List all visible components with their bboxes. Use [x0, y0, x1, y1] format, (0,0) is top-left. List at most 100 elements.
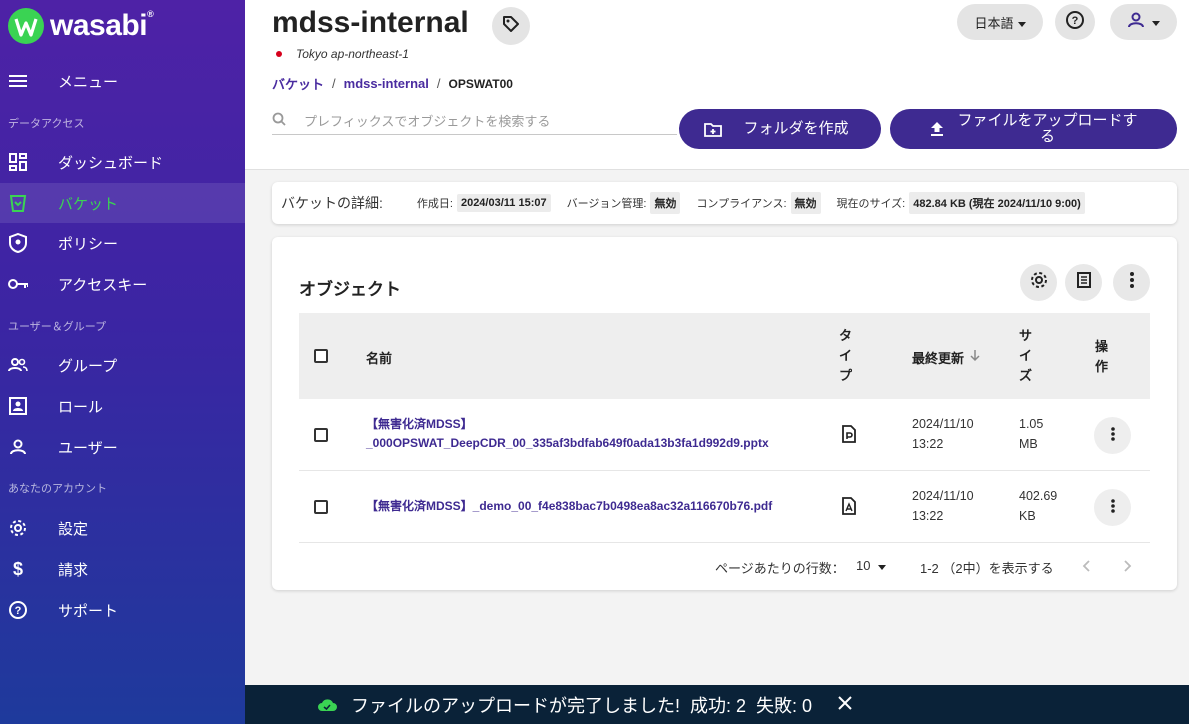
sidebar-item-settings[interactable]: 設定: [0, 508, 245, 548]
sidebar-item-policy[interactable]: ポリシー: [0, 223, 245, 263]
toast-success-count: 成功: 2: [690, 695, 747, 716]
column-modified[interactable]: 最終更新: [912, 348, 980, 367]
toast-message: ファイルのアップロードが完了しました!: [351, 695, 680, 716]
rows-per-page-select[interactable]: 10: [856, 558, 887, 573]
sidebar-item-support[interactable]: ? サポート: [0, 590, 245, 630]
sidebar-item-label: ダッシュボード: [58, 154, 164, 172]
created-value: 2024/03/11 15:07: [456, 194, 551, 212]
rows-per-page-label: ページあたりの行数：: [715, 561, 845, 576]
caret-down-icon: [1017, 15, 1026, 30]
gear-icon: [1030, 271, 1048, 294]
sidebar-item-billing[interactable]: $ 請求: [0, 549, 245, 589]
folder-add-icon: [704, 121, 722, 137]
dollar-icon: $: [12, 558, 23, 579]
region-flag-icon: [276, 51, 282, 57]
row-actions-button[interactable]: [1094, 489, 1131, 526]
search-input[interactable]: [304, 114, 664, 129]
gear-icon: [8, 518, 28, 538]
menu-toggle[interactable]: メニュー: [0, 61, 245, 101]
created-label: 作成日:: [416, 198, 453, 210]
role-icon: [8, 396, 28, 416]
breadcrumb-separator: /: [332, 76, 336, 91]
object-name-line1: 【無害化済MDSS】: [366, 417, 473, 431]
wasabi-logo-icon: [8, 8, 44, 44]
wasabi-logo[interactable]: wasabi®: [8, 8, 154, 44]
row-checkbox[interactable]: [314, 500, 328, 514]
object-name-line2: _000OPSWAT_DeepCDR_00_335af3bdfab649f0ad…: [366, 436, 769, 450]
breadcrumb-root[interactable]: バケット: [272, 74, 324, 93]
brand-name: wasabi®: [50, 9, 154, 42]
sidebar-item-bucket[interactable]: バケット: [0, 183, 245, 223]
size-value: 482.84 KB (現在 2024/11/10 9:00): [909, 192, 1085, 214]
bucket-details-card: バケットの詳細: 作成日: 2024/03/11 15:07 バージョン管理: …: [272, 182, 1177, 224]
column-actions: 操作: [1095, 339, 1109, 374]
sidebar-item-label: アクセスキー: [58, 276, 148, 294]
modified-date: 2024/11/10 13:22: [912, 489, 974, 523]
breadcrumb-bucket[interactable]: mdss-internal: [344, 76, 429, 91]
more-vertical-icon: [1129, 272, 1134, 293]
column-type[interactable]: タイプ: [839, 326, 853, 386]
language-selector[interactable]: 日本語: [957, 4, 1043, 40]
object-name-link[interactable]: 【無害化済MDSS】 _000OPSWAT_DeepCDR_00_335af3b…: [366, 415, 769, 453]
columns-button[interactable]: [1065, 264, 1102, 301]
user-icon: [8, 437, 28, 457]
help-icon: ?: [1066, 10, 1084, 34]
pptx-file-icon: [842, 425, 856, 446]
svg-text:?: ?: [1072, 15, 1079, 27]
object-size: 1.05 MB: [1019, 417, 1044, 451]
sidebar-item-label: バケット: [58, 195, 119, 213]
rows-per-page-value: 10: [856, 558, 871, 573]
select-all-checkbox[interactable]: [314, 349, 328, 363]
object-name-link[interactable]: 【無害化済MDSS】_demo_00_f4e838bac7b0498ea8ac3…: [366, 497, 772, 516]
more-vertical-icon: [1110, 427, 1115, 444]
section-data-access: データアクセス: [8, 118, 85, 130]
help-button[interactable]: ?: [1055, 4, 1095, 40]
table-row[interactable]: 【無害化済MDSS】 _000OPSWAT_DeepCDR_00_335af3b…: [299, 399, 1150, 471]
language-label: 日本語: [974, 15, 1014, 31]
toast-close-button[interactable]: [838, 694, 852, 715]
column-size[interactable]: サイズ: [1019, 326, 1033, 386]
prev-page-button[interactable]: [1082, 560, 1090, 575]
caret-down-icon: [1151, 13, 1160, 31]
table-settings-button[interactable]: [1020, 264, 1057, 301]
column-modified-label: 最終更新: [912, 351, 965, 366]
sidebar-item-users[interactable]: ユーザー: [0, 427, 245, 467]
toast-failure-count: 失敗: 0: [756, 695, 813, 716]
help-icon: ?: [8, 600, 28, 620]
next-page-button[interactable]: [1124, 560, 1132, 575]
tag-button[interactable]: [492, 7, 530, 45]
versioning-label: バージョン管理:: [566, 198, 647, 210]
objects-card: オブジェクト 名前 タイプ 最終更新 サイズ 操作 【無害化済MDSS】 _00…: [272, 237, 1177, 590]
modified-date: 2024/11/10 13:22: [912, 417, 974, 451]
sidebar-item-access-keys[interactable]: アクセスキー: [0, 264, 245, 304]
row-checkbox[interactable]: [314, 428, 328, 442]
upload-files-button[interactable]: ファイルをアップロードする: [890, 109, 1177, 149]
sidebar-item-label: ユーザー: [58, 439, 118, 457]
region-indicator: Tokyo ap-northeast-1: [276, 47, 409, 61]
object-search: [272, 109, 677, 135]
section-users-groups: ユーザー＆グループ: [8, 321, 107, 333]
user-menu-button[interactable]: [1110, 4, 1177, 40]
menu-label: メニュー: [58, 73, 119, 91]
tag-icon: [502, 15, 520, 38]
bucket-details-heading: バケットの詳細:: [281, 195, 383, 211]
create-folder-button[interactable]: フォルダを作成: [679, 109, 881, 149]
upload-files-label: ファイルをアップロードする: [957, 112, 1138, 145]
sidebar-item-label: ポリシー: [58, 235, 119, 253]
breadcrumb-current: OPSWAT00: [448, 76, 513, 91]
compliance-label: コンプライアンス:: [696, 198, 787, 210]
upload-complete-toast: ファイルのアップロードが完了しました! 成功: 2 失敗: 0: [245, 685, 1189, 724]
sidebar-item-label: ロール: [58, 398, 104, 416]
breadcrumb-separator: /: [436, 76, 441, 91]
table-header: 名前 タイプ 最終更新 サイズ 操作: [299, 313, 1150, 399]
sidebar-item-groups[interactable]: グループ: [0, 345, 245, 385]
sidebar-item-dashboard[interactable]: ダッシュボード: [0, 142, 245, 182]
row-actions-button[interactable]: [1094, 417, 1131, 454]
table-row[interactable]: 【無害化済MDSS】_demo_00_f4e838bac7b0498ea8ac3…: [299, 471, 1150, 543]
column-name[interactable]: 名前: [366, 348, 392, 367]
more-options-button[interactable]: [1113, 264, 1150, 301]
sidebar-item-roles[interactable]: ロール: [0, 386, 245, 426]
sidebar-item-label: サポート: [58, 602, 119, 620]
pdf-file-icon: [842, 497, 856, 518]
hamburger-icon: [8, 71, 28, 91]
